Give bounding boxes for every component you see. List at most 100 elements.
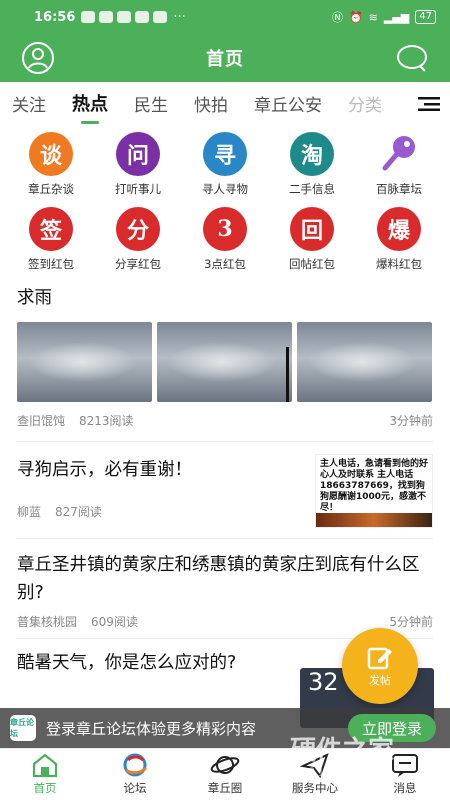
grid-label: 签到红包 — [28, 257, 74, 271]
post-author[interactable]: 柳蓝 — [17, 503, 41, 520]
notification-icons — [81, 11, 168, 23]
grid-label: 3点红包 — [204, 257, 246, 271]
category-tabs: 关注 热点 民生 快拍 章丘公安 分类 — [0, 82, 450, 124]
planet-icon — [210, 756, 240, 774]
post-meta: 柳蓝 827阅读 — [17, 503, 315, 520]
tab-hot[interactable]: 热点 — [72, 90, 108, 116]
post-time: 5分钟前 — [389, 615, 433, 629]
app-header: 首页 — [0, 34, 450, 82]
nav-forum[interactable]: 论坛 — [90, 749, 180, 800]
grid-item-share[interactable]: 分 分享红包 — [101, 207, 175, 272]
post-title[interactable]: 章丘圣井镇的黄家庄和绣惠镇的黄家庄到底有什么区别? — [17, 551, 433, 607]
tab-livelihood[interactable]: 民生 — [134, 91, 168, 116]
grid-item-lost-found[interactable]: 寻 寻人寻物 — [188, 132, 262, 197]
nav-service[interactable]: 服务中心 — [270, 749, 360, 800]
post-reads: 827阅读 — [55, 505, 102, 519]
search-person-icon: 寻 — [203, 132, 247, 176]
grid-item-reply[interactable]: 回 回帖红包 — [275, 207, 349, 272]
share-icon: 分 — [116, 207, 160, 251]
three-icon: 3 — [203, 207, 247, 251]
grid-label: 百脉章坛 — [376, 182, 422, 196]
second-hand-icon: 淘 — [290, 132, 334, 176]
reply-icon: 回 — [290, 207, 334, 251]
grid-item-baimai[interactable]: 百脉章坛 — [362, 132, 436, 197]
post-title[interactable]: 寻狗启示，必有重谢！ — [17, 456, 315, 484]
nav-home[interactable]: 首页 — [0, 749, 90, 800]
tab-category[interactable]: 分类 — [348, 91, 382, 116]
status-right: Ⓝ ⏰ ≋ ▂▄▆ 47 — [332, 9, 436, 25]
thumbnail-text: 主人电话，急请看到他的好心人及时联系 主人电话18663787669，找到狗狗愿… — [320, 459, 429, 513]
message-icon — [392, 754, 418, 777]
wifi-icon: ≋ — [368, 10, 378, 24]
tab-police[interactable]: 章丘公安 — [254, 91, 322, 116]
post-reads: 8213阅读 — [79, 414, 134, 428]
forum-logo: 章丘论坛 — [10, 715, 36, 741]
alarm-icon: ⏰ — [348, 10, 363, 24]
nav-circle[interactable]: 章丘圈 — [180, 749, 270, 800]
grid-label: 二手信息 — [289, 182, 335, 196]
grid-label: 回帖红包 — [289, 257, 335, 271]
status-bar: 16:56 ··· Ⓝ ⏰ ≋ ▂▄▆ 47 — [0, 0, 450, 34]
report-icon: 爆 — [377, 207, 421, 251]
grid-label: 章丘杂谈 — [28, 182, 74, 196]
new-post-button[interactable]: 发帖 — [342, 628, 418, 704]
nav-label: 首页 — [33, 781, 57, 795]
feature-grid: 谈 章丘杂谈 问 打听事儿 寻 寻人寻物 淘 二手信息 百脉章坛 签 签到红包 … — [0, 132, 450, 282]
grid-item-3pm[interactable]: 3 3点红包 — [188, 207, 262, 272]
checkin-icon: 签 — [29, 207, 73, 251]
list-item[interactable]: 章丘圣井镇的黄家庄和绣惠镇的黄家庄到底有什么区别? 普集核桃园 609阅读 5分… — [17, 539, 433, 639]
grid-item-checkin[interactable]: 签 签到红包 — [14, 207, 88, 272]
login-message: 登录章丘论坛体验更多精彩内容 — [46, 719, 257, 738]
nfc-icon: Ⓝ — [331, 11, 343, 24]
top-bar: 16:56 ··· Ⓝ ⏰ ≋ ▂▄▆ 47 首页 — [0, 0, 450, 82]
post-images — [17, 322, 433, 402]
forum-icon — [123, 753, 148, 777]
grid-item-chat[interactable]: 谈 章丘杂谈 — [14, 132, 88, 197]
post-title[interactable]: 求雨 — [17, 284, 433, 312]
grid-label: 寻人寻物 — [202, 182, 248, 196]
grid-label: 爆料红包 — [376, 257, 422, 271]
post-reads: 609阅读 — [91, 615, 138, 629]
nav-label: 服务中心 — [292, 781, 338, 795]
search-icon[interactable] — [394, 42, 430, 74]
post-image[interactable] — [157, 322, 292, 402]
post-author[interactable]: 普集核桃园 — [17, 613, 77, 630]
post-feed: 求雨 查旧馄饨 8213阅读 3分钟前 寻狗启示，必有重谢！ 柳蓝 827阅读 … — [0, 284, 450, 687]
post-image[interactable] — [17, 322, 152, 402]
post-thumbnail[interactable]: 主人电话，急请看到他的好心人及时联系 主人电话18663787669，找到狗狗愿… — [315, 454, 433, 528]
nav-label: 章丘圈 — [207, 781, 243, 795]
post-author[interactable]: 查旧馄饨 — [17, 412, 65, 429]
list-item[interactable]: 求雨 查旧馄饨 8213阅读 3分钟前 — [17, 284, 433, 442]
grid-item-second-hand[interactable]: 淘 二手信息 — [275, 132, 349, 197]
grid-label: 打听事儿 — [115, 182, 161, 196]
service-icon — [300, 753, 329, 778]
home-icon — [32, 753, 58, 778]
signal-icon: ▂▄▆ — [383, 10, 410, 24]
status-time: 16:56 — [34, 9, 76, 25]
chat-icon: 谈 — [29, 132, 73, 176]
post-meta: 普集核桃园 609阅读 5分钟前 — [17, 613, 433, 630]
new-post-label: 发帖 — [369, 674, 391, 687]
pin-icon — [377, 132, 421, 176]
page-title: 首页 — [206, 49, 244, 70]
post-time: 3分钟前 — [389, 414, 433, 428]
weather-temp: 32 — [308, 668, 339, 696]
login-banner: 章丘论坛 登录章丘论坛体验更多精彩内容 立即登录 — [0, 708, 450, 748]
post-image[interactable] — [297, 322, 432, 402]
nav-message[interactable]: 消息 — [360, 749, 450, 800]
menu-icon[interactable] — [418, 96, 440, 111]
battery-icon: 47 — [415, 10, 436, 24]
bottom-nav: 首页 论坛 章丘圈 服务中心 消息 — [0, 748, 450, 800]
user-icon[interactable] — [20, 42, 56, 74]
grid-label: 分享红包 — [115, 257, 161, 271]
list-item[interactable]: 寻狗启示，必有重谢！ 柳蓝 827阅读 主人电话，急请看到他的好心人及时联系 主… — [17, 442, 433, 539]
edit-icon — [367, 647, 392, 670]
tab-snapshot[interactable]: 快拍 — [194, 91, 228, 116]
nav-label: 论坛 — [123, 781, 147, 795]
grid-item-report[interactable]: 爆 爆料红包 — [362, 207, 436, 272]
status-more: ··· — [173, 9, 186, 25]
login-button[interactable]: 立即登录 — [347, 714, 436, 742]
post-meta: 查旧馄饨 8213阅读 3分钟前 — [17, 412, 433, 429]
tab-follow[interactable]: 关注 — [12, 91, 46, 116]
grid-item-ask[interactable]: 问 打听事儿 — [101, 132, 175, 197]
